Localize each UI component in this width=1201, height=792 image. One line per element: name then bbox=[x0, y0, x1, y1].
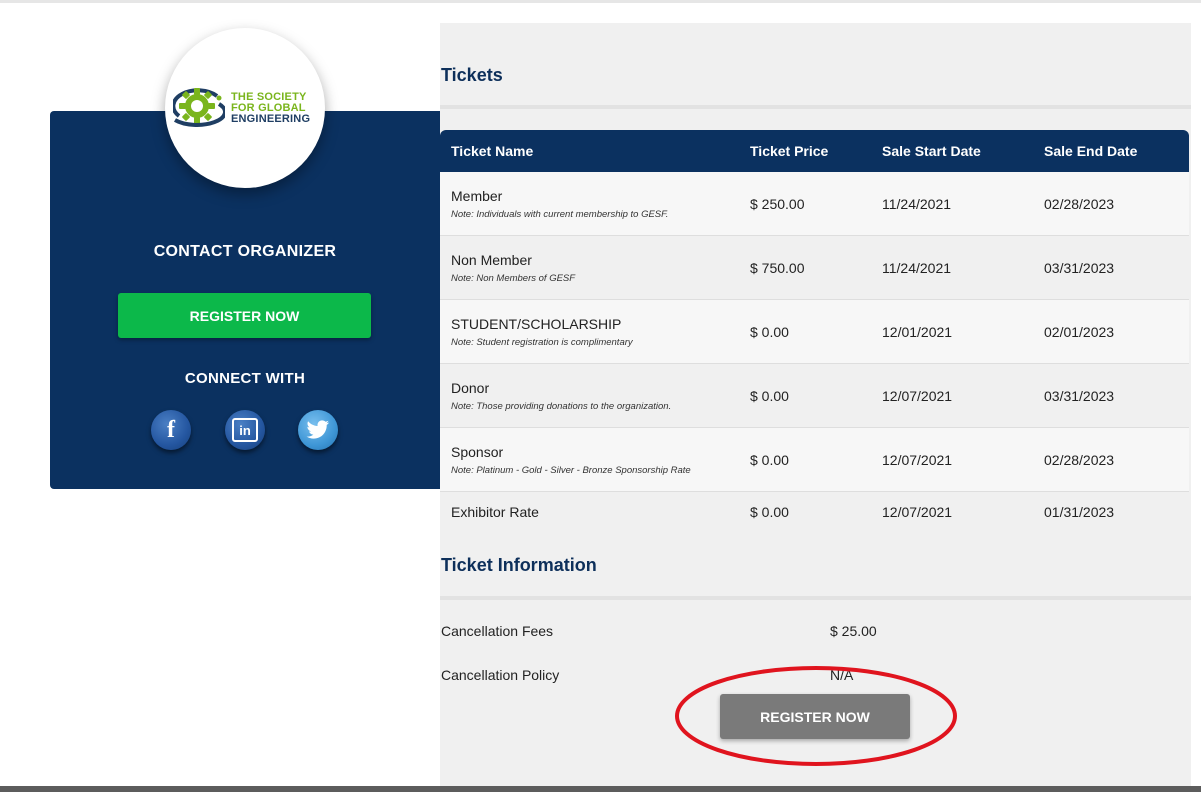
ticket-note: Note: Non Members of GESF bbox=[451, 272, 576, 284]
ticket-name: Sponsor bbox=[451, 443, 504, 460]
twitter-bird-icon bbox=[306, 420, 329, 439]
facebook-icon[interactable]: f bbox=[151, 410, 191, 450]
sale-start-date: 12/07/2021 bbox=[882, 387, 953, 404]
table-row: Donor Note: Those providing donations to … bbox=[440, 364, 1189, 428]
ticket-note: Note: Those providing donations to the o… bbox=[451, 400, 672, 412]
cancellation-policy-label: Cancellation Policy bbox=[441, 667, 560, 683]
cancellation-fees-value: $ 25.00 bbox=[830, 623, 877, 639]
footer-bar bbox=[0, 786, 1201, 792]
sale-start-date: 11/24/2021 bbox=[882, 195, 952, 212]
ticket-name: Member bbox=[451, 187, 503, 204]
ticket-note: Note: Individuals with current membershi… bbox=[451, 208, 669, 220]
tickets-divider bbox=[440, 105, 1191, 109]
top-divider bbox=[0, 0, 1201, 3]
sale-end-date: 02/28/2023 bbox=[1044, 195, 1115, 212]
ticket-name: Donor bbox=[451, 379, 490, 396]
sale-start-date: 12/07/2021 bbox=[882, 504, 953, 520]
ticket-price: $ 0.00 bbox=[750, 504, 789, 520]
cancellation-policy-value: N/A bbox=[830, 667, 854, 683]
col-ticket-name: Ticket Name bbox=[451, 143, 534, 159]
table-row: Member Note: Individuals with current mem… bbox=[440, 172, 1189, 236]
ticket-price: $ 250.00 bbox=[750, 195, 805, 212]
ticket-price: $ 0.00 bbox=[750, 451, 789, 468]
sale-start-date: 11/24/2021 bbox=[882, 259, 952, 276]
ticket-price: $ 750.00 bbox=[750, 259, 805, 276]
ticket-name: STUDENT/SCHOLARSHIP bbox=[451, 315, 622, 332]
contact-organizer-heading[interactable]: CONTACT ORGANIZER bbox=[50, 243, 440, 261]
ticket-price: $ 0.00 bbox=[750, 387, 789, 404]
ticket-note: Note: Student registration is compliment… bbox=[451, 336, 633, 348]
col-sale-end: Sale End Date bbox=[1044, 143, 1138, 159]
sale-end-date: 02/01/2023 bbox=[1044, 323, 1115, 340]
sale-end-date: 03/31/2023 bbox=[1044, 387, 1115, 404]
table-row: Exhibitor Rate $ 0.00 12/07/2021 01/31/2… bbox=[440, 492, 1189, 532]
ticket-name: Exhibitor Rate bbox=[451, 504, 539, 520]
table-row: STUDENT/SCHOLARSHIP Note: Student registr… bbox=[440, 300, 1189, 364]
ticket-information-heading: Ticket Information bbox=[441, 555, 597, 575]
sidebar-register-button[interactable]: REGISTER NOW bbox=[118, 293, 371, 338]
connect-with-heading: CONNECT WITH bbox=[184, 370, 306, 387]
logo-wordmark: THE SOCIETY FOR GLOBAL ENGINEERING bbox=[231, 91, 311, 125]
ticket-price: $ 0.00 bbox=[750, 323, 789, 340]
ticket-information-divider bbox=[440, 596, 1191, 600]
col-ticket-price: Ticket Price bbox=[750, 143, 829, 159]
sale-start-date: 12/01/2021 bbox=[882, 323, 953, 340]
tickets-table: Ticket Name Ticket Price Sale Start Date… bbox=[440, 130, 1189, 532]
sale-end-date: 02/28/2023 bbox=[1044, 451, 1115, 468]
col-sale-start: Sale Start Date bbox=[882, 143, 981, 159]
twitter-icon[interactable] bbox=[298, 410, 338, 450]
gear-logo-icon bbox=[173, 88, 225, 127]
table-row: Non Member Note: Non Members of GESF $ 75… bbox=[440, 236, 1189, 300]
table-header: Ticket Name Ticket Price Sale Start Date… bbox=[440, 130, 1189, 172]
register-now-button[interactable]: REGISTER NOW bbox=[720, 694, 910, 739]
sale-start-date: 12/07/2021 bbox=[882, 451, 953, 468]
organizer-logo: THE SOCIETY FOR GLOBAL ENGINEERING bbox=[165, 28, 325, 188]
cancellation-fees-label: Cancellation Fees bbox=[441, 623, 554, 639]
tickets-heading: Tickets bbox=[441, 65, 503, 85]
sale-end-date: 03/31/2023 bbox=[1044, 259, 1115, 276]
linkedin-icon[interactable]: in bbox=[225, 410, 265, 450]
ticket-note: Note: Platinum - Gold - Silver - Bronze … bbox=[451, 464, 691, 476]
sale-end-date: 01/31/2023 bbox=[1044, 504, 1115, 520]
ticket-name: Non Member bbox=[451, 251, 532, 268]
table-row: Sponsor Note: Platinum - Gold - Silver - … bbox=[440, 428, 1189, 492]
